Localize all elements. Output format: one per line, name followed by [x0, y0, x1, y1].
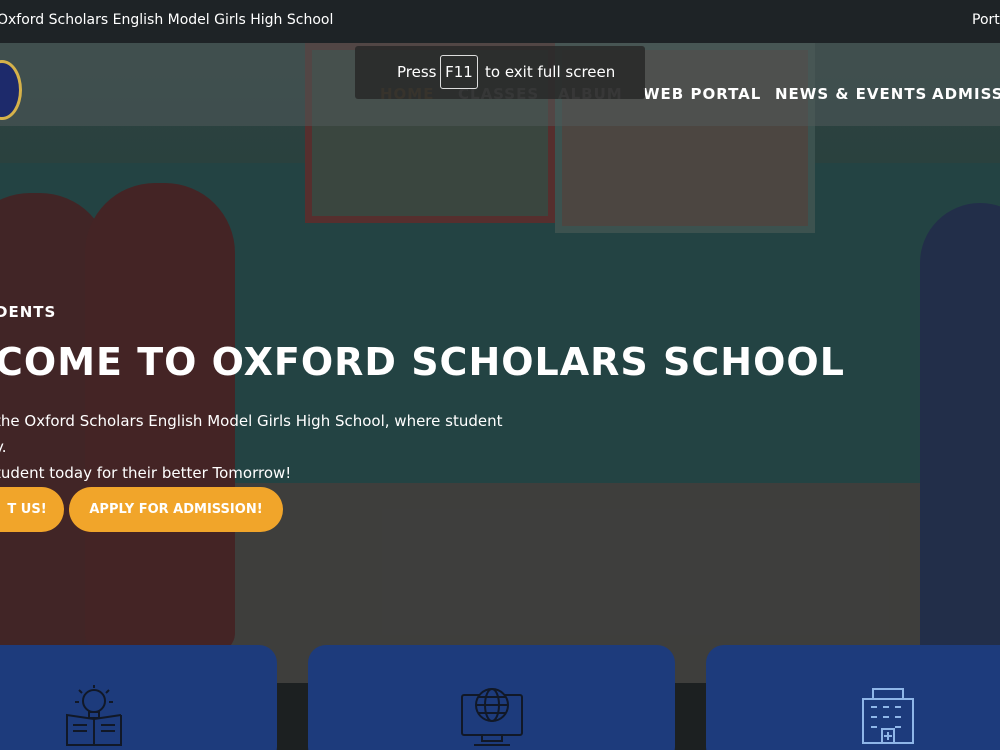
- hero-eyebrow: DENTS: [0, 303, 57, 321]
- hero-paragraph-line: tudent today for their better Tomorrow!: [0, 464, 292, 482]
- globe-computer-icon: [461, 688, 523, 746]
- nav-news-events[interactable]: NEWS & EVENTS: [775, 85, 927, 103]
- nav-admission[interactable]: ADMISSI: [932, 85, 1000, 103]
- feature-card[interactable]: [706, 645, 1000, 750]
- f11-key: F11: [440, 55, 478, 89]
- hero-paragraph-line: y.: [0, 438, 7, 456]
- fullscreen-press-text: Press: [397, 63, 437, 81]
- hospital-building-icon: [862, 688, 914, 744]
- portal-link[interactable]: Port: [972, 12, 1000, 28]
- school-name-text: Oxford Scholars English Model Girls High…: [0, 12, 334, 28]
- apply-admission-button[interactable]: APPLY FOR ADMISSION!: [69, 487, 283, 532]
- feature-card[interactable]: [0, 645, 277, 750]
- hero-headline: COME TO OXFORD SCHOLARS SCHOOL: [0, 340, 845, 384]
- top-bar: Oxford Scholars English Model Girls High…: [0, 0, 1000, 43]
- idea-book-icon: [66, 685, 122, 746]
- fullscreen-message: to exit full screen: [485, 63, 616, 81]
- hero-paragraph-line: the Oxford Scholars English Model Girls …: [0, 412, 503, 430]
- feature-card[interactable]: [308, 645, 675, 750]
- fullscreen-notice: Press F11 to exit full screen: [355, 46, 645, 99]
- contact-us-button[interactable]: T US!: [0, 487, 64, 532]
- nav-web-portal[interactable]: WEB PORTAL: [643, 85, 761, 103]
